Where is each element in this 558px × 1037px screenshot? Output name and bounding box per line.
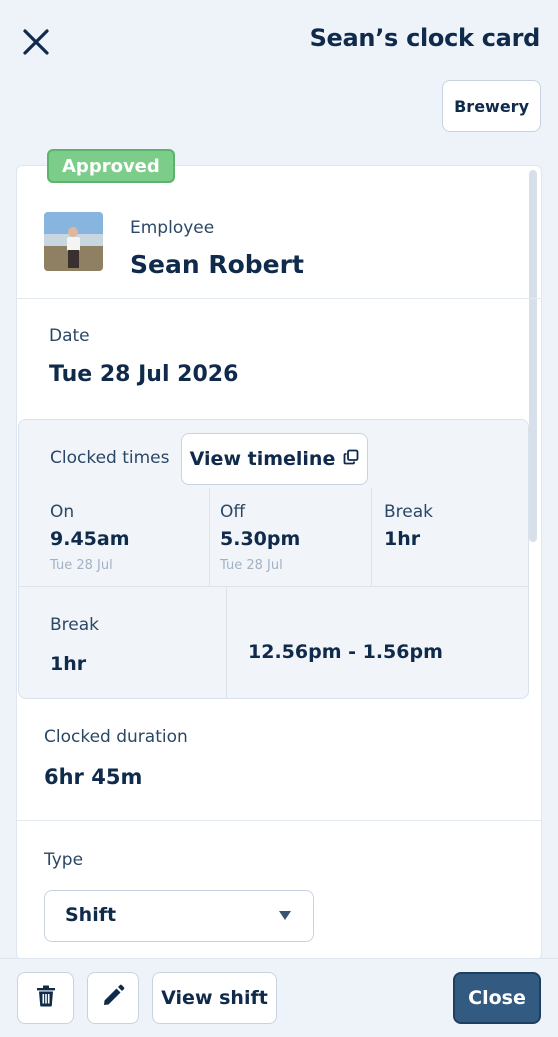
employee-name: Sean Robert [130,250,304,279]
break-cell: Break 1hr [372,488,530,586]
date-section: Date Tue 28 Jul 2026 [17,299,541,419]
duration-label: Clocked duration [44,727,188,747]
clock-on-time: 9.45am [50,528,130,550]
trash-icon [36,985,56,1011]
employee-label: Employee [130,218,215,238]
external-window-icon [343,448,359,470]
clock-off-time: 5.30pm [220,528,301,550]
clock-on-date: Tue 28 Jul [50,558,113,573]
caret-down-icon [279,911,291,920]
break-detail-row: Break 1hr 12.56pm - 1.56pm [19,586,528,699]
header: Sean’s clock card [0,0,558,82]
close-icon[interactable] [20,26,52,58]
location-button[interactable]: Brewery [442,80,541,132]
break-time-range: 12.56pm - 1.56pm [248,641,443,663]
break-detail-duration: Break 1hr [19,587,227,699]
clock-off-label: Off [220,502,246,522]
pencil-icon [101,984,125,1012]
duration-value: 6hr 45m [44,765,143,789]
type-section: Type Shift [17,821,541,959]
type-selected-value: Shift [65,904,117,926]
view-timeline-button[interactable]: View timeline [181,433,368,485]
clock-off-cell: Off 5.30pm Tue 28 Jul [210,488,372,586]
clock-on-label: On [50,502,75,522]
break-label: Break [384,502,433,522]
view-shift-button[interactable]: View shift [152,972,277,1024]
delete-button[interactable] [17,972,74,1024]
avatar [44,212,103,271]
duration-section: Clocked duration 6hr 45m [17,699,541,821]
clock-off-date: Tue 28 Jul [220,558,283,573]
clocked-times-label: Clocked times [50,448,170,468]
view-timeline-label: View timeline [189,448,336,470]
clock-on-cell: On 9.45am Tue 28 Jul [19,488,210,586]
break-detail-label: Break [50,615,99,635]
break-value: 1hr [384,528,421,550]
type-label: Type [44,850,84,870]
footer-toolbar: View shift Close [0,958,558,1037]
employee-section: Employee Sean Robert [17,166,541,299]
date-value: Tue 28 Jul 2026 [49,362,239,387]
break-detail-value: 1hr [50,653,87,675]
clock-card: Employee Sean Robert Date Tue 28 Jul 202… [16,165,542,960]
type-select[interactable]: Shift [44,890,314,942]
status-badge: Approved [47,149,175,183]
close-button[interactable]: Close [453,972,541,1024]
edit-button[interactable] [87,972,139,1024]
date-label: Date [49,326,90,346]
clocked-times-panel: Clocked times View timeline On 9.45am Tu… [18,419,529,699]
page-title: Sean’s clock card [309,24,541,52]
